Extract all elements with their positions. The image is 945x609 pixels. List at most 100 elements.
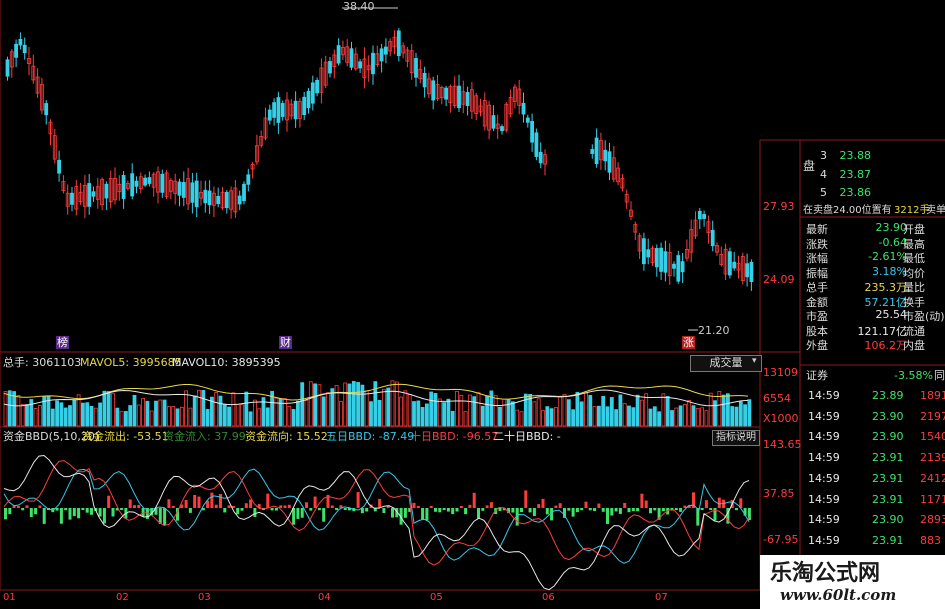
bbd-bar: [8, 508, 12, 515]
volume-mavol5-label: MAVOL5: 3995685: [80, 356, 182, 369]
bbd-bar: [434, 508, 437, 512]
bbd-bar: [292, 508, 296, 525]
volume-tab-dropdown-icon[interactable]: ▾: [752, 355, 757, 368]
event-marker-2[interactable]: 财: [279, 336, 292, 349]
volume-bar: [111, 393, 115, 427]
order-book-row[interactable]: 4 23.87: [806, 168, 871, 183]
volume-bar: [502, 398, 507, 427]
bbd-bar: [59, 508, 63, 524]
bbd-bar: [459, 505, 463, 508]
volume-bar: [248, 411, 253, 427]
bbd-bar: [266, 493, 270, 508]
volume-bar: [72, 399, 77, 427]
trade-price: 23.91: [872, 533, 904, 547]
bbd-bar: [25, 505, 29, 508]
bbd-direction-label: 资金流向: 15.52: [245, 430, 328, 443]
volume-bar: [695, 408, 700, 427]
trade-time: 14:59: [808, 430, 840, 444]
order-book-row[interactable]: 5 23.86: [806, 186, 871, 201]
bbd-bar: [313, 496, 317, 508]
x-axis-label-03: 03: [198, 592, 211, 603]
volume-bar: [704, 410, 709, 427]
volume-bar: [510, 401, 515, 427]
volume-bar: [687, 400, 692, 427]
trade-row[interactable]: 14:59 23.91 2412: [806, 472, 945, 492]
bbd-line: [3, 468, 750, 564]
volume-bar: [291, 409, 296, 427]
candle: [663, 251, 668, 273]
volume-bar: [476, 392, 481, 427]
volume-bar: [609, 397, 614, 427]
bbd-bar: [472, 492, 476, 508]
trade-volume: 2893: [920, 513, 945, 527]
trade-row[interactable]: 14:59 23.89 1891: [806, 389, 945, 409]
volume-bar: [192, 395, 197, 427]
bbd-bar: [661, 508, 665, 512]
trade-row[interactable]: 14:59 23.91 2139: [806, 451, 945, 471]
bbd-bar: [524, 490, 528, 508]
bbd-bar: [253, 508, 257, 517]
bbd-bar: [588, 508, 592, 511]
bbd-bar: [636, 508, 640, 512]
volume-bar: [532, 401, 537, 427]
volume-bar: [657, 411, 661, 427]
bbd-bar: [90, 508, 93, 515]
trade-row[interactable]: 14:59 23.91 1171: [806, 493, 945, 513]
bbd-bar: [451, 508, 455, 515]
quote-value: 106.2万: [864, 339, 908, 352]
bbd-bar: [283, 505, 287, 508]
quote-row: 外盘 106.2万 内盘: [806, 337, 945, 352]
candle: [500, 126, 504, 132]
candle: [160, 173, 165, 193]
volume-bar: [571, 409, 575, 427]
bbd-bar: [416, 505, 420, 508]
candle: [396, 30, 401, 57]
event-marker-3[interactable]: 涨: [682, 336, 695, 349]
price-markers: [342, 7, 698, 331]
trade-row[interactable]: 14:59 23.90 2197: [806, 410, 945, 430]
trade-row[interactable]: 14:59 23.91 883: [806, 534, 945, 554]
stock-chart[interactable]: [0, 0, 945, 609]
candle: [530, 121, 534, 143]
event-marker-1[interactable]: 榜: [56, 336, 69, 349]
x-axis-label-06: 06: [542, 592, 555, 603]
candle: [328, 61, 332, 74]
quote-key-2: 内盘: [903, 339, 925, 352]
volume-bar: [338, 401, 343, 427]
bbd-help-button[interactable]: 指标说明: [712, 430, 760, 446]
candle: [267, 109, 272, 121]
trade-row[interactable]: 14:59 23.90 2893: [806, 513, 945, 533]
bbd-bar: [193, 494, 197, 508]
volume-bar: [381, 388, 386, 427]
bbd-inflow-label: 资金流入: 37.99: [163, 430, 246, 443]
candle: [680, 261, 685, 273]
chart-frame: [0, 0, 945, 609]
bbd-bar: [120, 508, 124, 511]
volume-bar: [738, 401, 743, 427]
order-book-price: 23.86: [839, 186, 872, 199]
price-axis-label-low: 24.09: [763, 273, 795, 286]
candle: [44, 103, 49, 116]
bbd-bar: [107, 495, 111, 508]
bbd-bar: [571, 508, 575, 517]
volume-bar: [747, 399, 752, 427]
volume-bar: [295, 400, 300, 427]
volume-bar: [674, 407, 679, 427]
volume-bar: [343, 382, 348, 427]
volume-bar: [89, 406, 94, 427]
quote-row: 总手 235.3万 量比: [806, 279, 945, 294]
x-axis-label-04: 04: [318, 592, 331, 603]
bbd-bar: [442, 508, 446, 511]
trade-row[interactable]: 14:59 23.90 1540: [806, 430, 945, 450]
volume-bar: [304, 400, 309, 427]
volume-bar: [356, 382, 361, 427]
candle: [306, 90, 311, 109]
bbd-bar: [4, 508, 7, 520]
bbd-bar: [575, 508, 579, 513]
volume-bar: [252, 399, 257, 427]
volume-bar: [424, 403, 429, 427]
volume-bar: [467, 394, 472, 427]
watermark-logo: 乐淘公式网 www.60lt.com: [760, 555, 945, 609]
order-book-row[interactable]: 3 23.88: [806, 149, 871, 164]
volume-bar: [50, 408, 55, 427]
